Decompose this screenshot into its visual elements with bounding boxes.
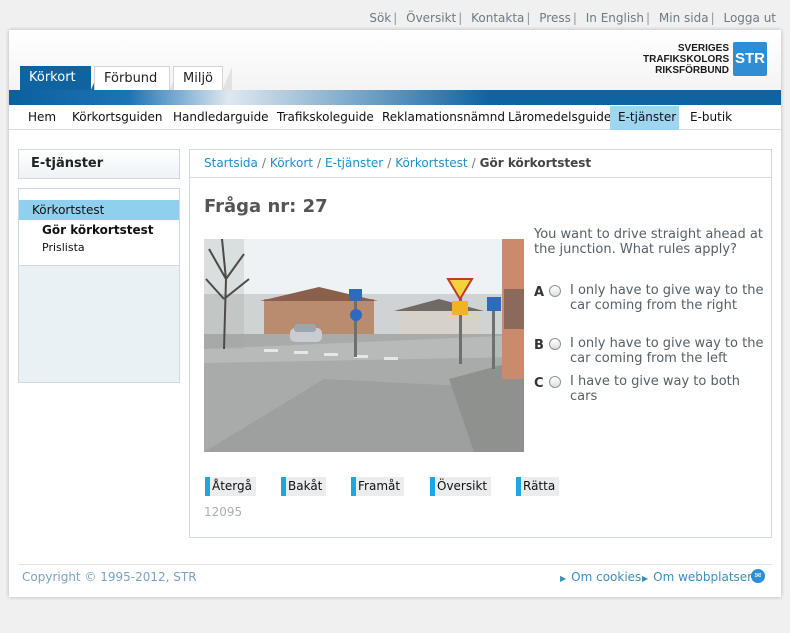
site-footer: Copyright © 1995-2012, STR ▶ Om cookies ▶…: [18, 564, 772, 588]
nav-item-laromedelsguide[interactable]: Läromedelsguide: [500, 106, 619, 130]
junction-photo: [204, 239, 524, 452]
question-id: 12095: [204, 505, 243, 519]
answer-text: I only have to give way to the car comin…: [570, 283, 764, 313]
nav-item-trafikskoleguide[interactable]: Trafikskoleguide: [269, 106, 382, 130]
sidebar-item-prislista[interactable]: Prislista: [42, 241, 85, 254]
arrow-right-icon: ▶: [560, 574, 567, 583]
ratta-button[interactable]: Rätta: [516, 477, 560, 496]
answer-text: I have to give way to both cars: [570, 374, 741, 404]
breadcrumb-startsida[interactable]: Startsida: [204, 156, 258, 170]
main-content: Startsida / Körkort / E-tjänster / Körkortstes…: [189, 149, 772, 538]
arrow-right-icon: ▶: [642, 574, 649, 583]
breadcrumb-current: Gör körkortstest: [479, 156, 592, 170]
page-container: Körkort Förbund Miljö SVERIGES TRAFIKSKO…: [9, 30, 781, 597]
logo-line: TRAFIKSKOLORS: [643, 54, 730, 65]
answer-c-radio[interactable]: [549, 376, 561, 388]
str-logo-icon: STR: [733, 42, 767, 76]
copyright-text: Copyright © 1995-2012, STR: [22, 570, 197, 584]
nav-item-korkortsguiden[interactable]: Körkortsguiden: [64, 106, 170, 130]
utility-separator: |: [458, 11, 463, 25]
footer-link-label: Om webbplatsen: [653, 570, 755, 584]
footer-link-label: Om cookies: [571, 570, 642, 584]
utility-link-logga-ut[interactable]: Logga ut: [723, 11, 776, 25]
main-nav: Hem Körkortsguiden Handledarguide Trafik…: [9, 105, 781, 130]
answer-b-radio[interactable]: [549, 338, 561, 350]
nav-item-e-tjanster[interactable]: E-tjänster: [610, 106, 679, 130]
utility-separator: |: [526, 11, 531, 25]
logo-line: SVERIGES: [677, 43, 729, 54]
logo-line: RIKSFÖRBUND: [655, 65, 729, 76]
share-icon[interactable]: ✉: [751, 569, 765, 583]
utility-link-kontakta[interactable]: Kontakta: [471, 11, 524, 25]
footer-link-om-cookies[interactable]: ▶ Om cookies: [560, 570, 641, 584]
oversikt-button[interactable]: Översikt: [430, 477, 492, 496]
utility-separator: |: [710, 11, 715, 25]
utility-separator: |: [646, 11, 651, 25]
nav-item-hem[interactable]: Hem: [20, 106, 64, 130]
sidebar-item-korkortstest[interactable]: Körkortstest: [19, 200, 179, 220]
answer-a-radio[interactable]: [549, 285, 561, 297]
answer-option-c[interactable]: C I have to give way to both cars: [534, 374, 768, 406]
atergå-button[interactable]: Återgå: [205, 477, 256, 496]
footer-link-om-webbplatsen[interactable]: ▶ Om webbplatsen: [642, 570, 755, 584]
utility-link-sok[interactable]: Sök: [369, 11, 391, 25]
answer-text: I only have to give way to the car comin…: [570, 336, 764, 366]
question-image: [204, 239, 524, 452]
utility-link-min-sida[interactable]: Min sida: [659, 11, 709, 25]
breadcrumb-separator: /: [316, 156, 322, 170]
answer-option-a[interactable]: A I only have to give way to the car com…: [534, 283, 768, 329]
sidebar-menu: Körkortstest Gör körkortstest Prislista: [18, 188, 180, 383]
header-band: [9, 90, 781, 105]
tab-forbund[interactable]: Förbund: [94, 66, 179, 91]
answer-letter: A: [534, 285, 545, 300]
breadcrumb-separator: /: [387, 156, 392, 170]
nav-item-reklamationsnamnd[interactable]: Reklamationsnämnd: [374, 106, 513, 130]
nav-item-e-butik[interactable]: E-butik: [682, 106, 740, 130]
answer-letter: C: [534, 376, 544, 391]
nav-item-handledarguide[interactable]: Handledarguide: [165, 106, 277, 130]
question-title: Fråga nr: 27: [204, 196, 328, 217]
question-text: You want to drive straight ahead at the …: [534, 227, 763, 257]
bakat-button[interactable]: Bakåt: [281, 477, 327, 496]
tab-miljo[interactable]: Miljö: [173, 66, 232, 91]
utility-separator: |: [572, 11, 577, 25]
site-header: Körkort Förbund Miljö SVERIGES TRAFIKSKO…: [9, 30, 781, 91]
answer-letter: B: [534, 338, 544, 353]
breadcrumb-separator: /: [471, 156, 476, 170]
logo-wordmark: SVERIGES TRAFIKSKOLORS RIKSFÖRBUND: [643, 43, 729, 76]
breadcrumb-separator: /: [261, 156, 266, 170]
breadcrumb-e-tjanster[interactable]: E-tjänster: [325, 156, 383, 170]
utility-link-press[interactable]: Press: [539, 11, 571, 25]
breadcrumb-korkort[interactable]: Körkort: [270, 156, 313, 170]
utility-link-english[interactable]: In English: [586, 11, 644, 25]
sidebar-item-gor-korkortstest[interactable]: Gör körkortstest: [42, 223, 153, 237]
framat-button[interactable]: Framåt: [351, 477, 405, 496]
breadcrumb: Startsida / Körkort / E-tjänster / Körkortstes…: [190, 150, 771, 178]
sidebar-title: E-tjänster: [18, 149, 180, 179]
sidebar-menu-list: Körkortstest Gör körkortstest Prislista: [19, 189, 179, 266]
str-logo[interactable]: SVERIGES TRAFIKSKOLORS RIKSFÖRBUND STR: [643, 42, 769, 78]
utility-link-oversikt[interactable]: Översikt: [406, 11, 456, 25]
answer-option-b[interactable]: B I only have to give way to the car com…: [534, 336, 768, 368]
utility-separator: |: [393, 11, 398, 25]
tab-korkort[interactable]: Körkort: [20, 66, 101, 90]
breadcrumb-korkortstest[interactable]: Körkortstest: [395, 156, 467, 170]
utility-nav: Sök | Översikt | Kontakta | Press | In Engli…: [369, 11, 776, 25]
